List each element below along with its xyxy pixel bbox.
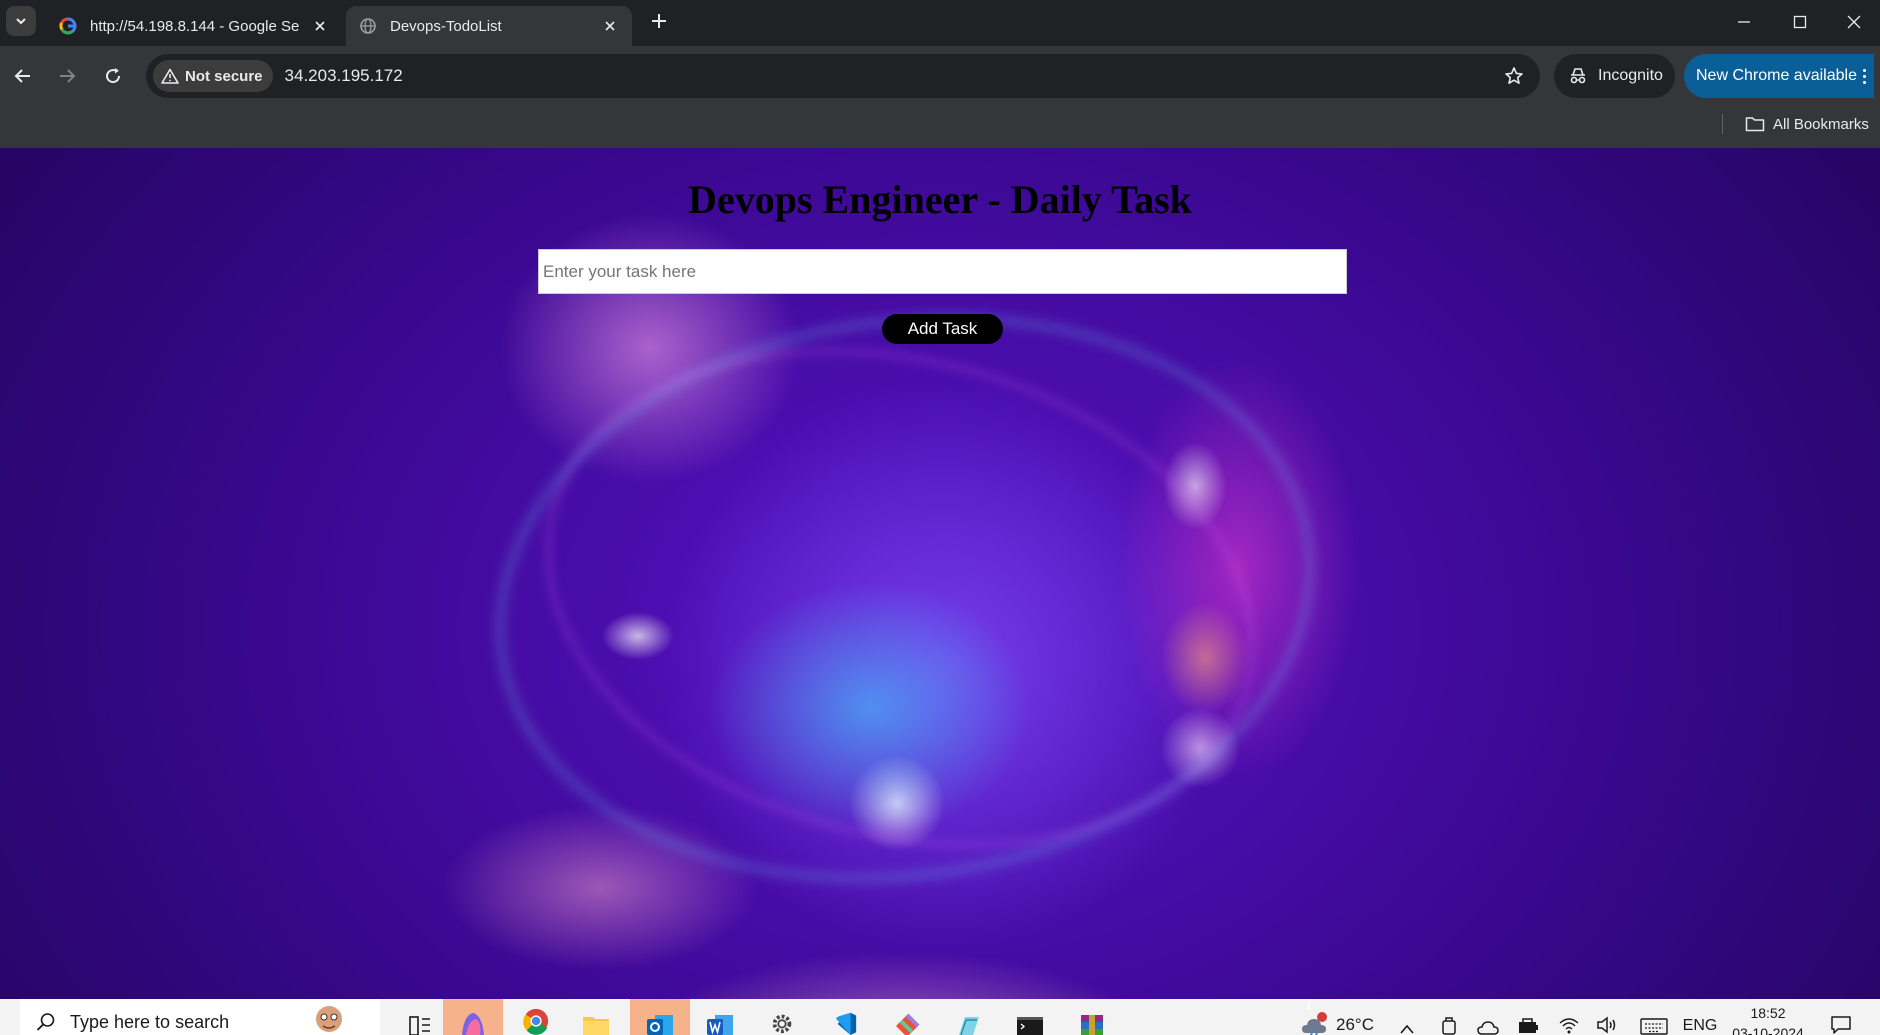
system-clock[interactable]: 18:52 03-10-2024	[1720, 1003, 1816, 1035]
task-view-icon[interactable]	[390, 999, 450, 1035]
search-icon	[36, 1013, 55, 1031]
weather-alert-count: 1	[1306, 1001, 1312, 1012]
clock-date: 03-10-2024	[1732, 1025, 1804, 1035]
task-input[interactable]	[538, 249, 1347, 294]
back-button[interactable]	[7, 60, 39, 92]
taskbar-search-placeholder: Type here to search	[70, 1012, 230, 1032]
copilot-icon[interactable]	[443, 999, 503, 1035]
new-tab-button[interactable]	[648, 10, 670, 32]
tab-strip: http://54.198.8.144 - Google Se Devops-T…	[0, 0, 1880, 46]
weather-widget[interactable]: 1 26°C	[1282, 999, 1392, 1035]
show-hidden-icons-button[interactable]	[1392, 999, 1422, 1035]
notification-icon	[1831, 1016, 1851, 1034]
globe-icon	[358, 16, 378, 36]
winrar-icon[interactable]	[1062, 999, 1122, 1035]
weather-temperature: 26°C	[1336, 1015, 1374, 1034]
browser-toolbar: Not secure 34.203.195.172 Incognito New …	[0, 46, 1880, 106]
windows-taskbar: Type here to search 1 26°C ENG 18:52 03-…	[0, 999, 1880, 1035]
notepad-icon[interactable]	[938, 999, 998, 1035]
more-menu-icon[interactable]	[1863, 68, 1866, 84]
weather-icon	[1302, 1012, 1327, 1035]
minimize-icon	[1738, 21, 1750, 23]
update-label: New Chrome available	[1696, 67, 1857, 84]
reload-button[interactable]	[97, 60, 129, 92]
reload-icon	[106, 68, 121, 84]
git-icon[interactable]	[877, 999, 937, 1035]
minimize-button[interactable]	[1716, 0, 1772, 44]
incognito-button[interactable]: Incognito	[1554, 54, 1675, 98]
tab-search-button[interactable]	[6, 6, 36, 36]
chrome-icon[interactable]	[506, 999, 566, 1035]
chevron-up-icon	[1400, 1024, 1414, 1034]
file-explorer-icon[interactable]	[566, 999, 626, 1035]
url-text[interactable]: 34.203.195.172	[285, 66, 1496, 86]
vscode-icon[interactable]	[815, 999, 875, 1035]
security-label: Not secure	[185, 67, 263, 85]
bookmarks-separator	[1722, 114, 1723, 134]
address-bar[interactable]: Not secure 34.203.195.172	[146, 54, 1540, 98]
warning-icon	[161, 68, 179, 84]
search-highlight-icon[interactable]	[310, 1001, 348, 1035]
close-icon[interactable]	[310, 16, 330, 36]
meet-icon[interactable]	[1434, 999, 1464, 1035]
page-title: Devops Engineer - Daily Task	[688, 177, 1192, 222]
clock-time: 18:52	[1750, 1005, 1786, 1021]
tab-title: http://54.198.8.144 - Google Se	[90, 17, 300, 35]
word-icon[interactable]	[690, 999, 750, 1035]
settings-icon[interactable]	[752, 999, 812, 1035]
chevron-down-icon	[16, 18, 26, 25]
plus-icon	[652, 14, 666, 28]
site-info-chip[interactable]: Not secure	[153, 60, 273, 92]
all-bookmarks-button[interactable]: All Bookmarks	[1745, 112, 1869, 136]
notification-center-button[interactable]	[1822, 999, 1860, 1035]
bookmarks-bar: All Bookmarks	[0, 106, 1880, 148]
all-bookmarks-label: All Bookmarks	[1773, 115, 1869, 133]
touch-keyboard-icon[interactable]	[1634, 999, 1674, 1035]
outlook-icon[interactable]	[630, 999, 690, 1035]
close-icon[interactable]	[600, 16, 620, 36]
incognito-icon	[1570, 68, 1586, 84]
wifi-icon[interactable]	[1552, 999, 1586, 1035]
tab-google-search[interactable]: http://54.198.8.144 - Google Se	[46, 6, 342, 46]
google-icon	[58, 16, 78, 36]
maximize-button[interactable]	[1772, 0, 1828, 44]
volume-icon[interactable]	[1590, 999, 1624, 1035]
tab-title: Devops-TodoList	[390, 17, 502, 35]
arrow-left-icon	[14, 69, 30, 83]
terminal-icon[interactable]	[1000, 999, 1060, 1035]
add-task-button[interactable]: Add Task	[882, 314, 1003, 344]
page-content: Devops Engineer - Daily Task Add Task	[0, 148, 1880, 999]
incognito-label: Incognito	[1598, 67, 1663, 84]
close-icon	[1847, 15, 1861, 29]
star-icon	[1505, 67, 1523, 84]
bookmark-star-button[interactable]	[1496, 58, 1532, 94]
tab-devops-todolist[interactable]: Devops-TodoList	[346, 6, 632, 46]
folder-icon	[1745, 117, 1765, 132]
language-indicator[interactable]: ENG	[1678, 999, 1722, 1035]
forward-button[interactable]	[51, 60, 83, 92]
maximize-icon	[1793, 15, 1807, 29]
battery-icon[interactable]	[1512, 999, 1544, 1035]
close-window-button[interactable]	[1828, 0, 1880, 44]
arrow-right-icon	[60, 69, 76, 83]
onedrive-icon[interactable]	[1472, 999, 1504, 1035]
new-chrome-available-button[interactable]: New Chrome available	[1684, 54, 1874, 98]
